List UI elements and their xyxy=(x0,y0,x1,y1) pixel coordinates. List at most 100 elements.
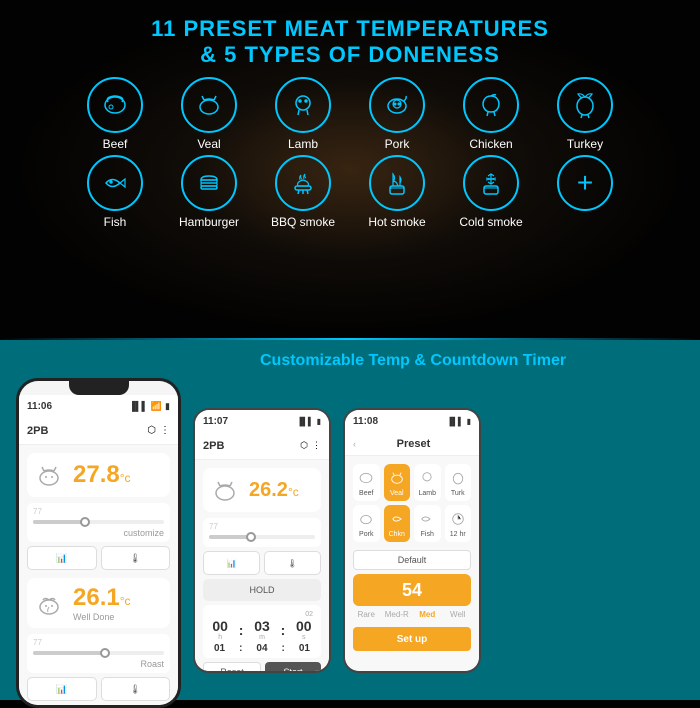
toggle-icon[interactable]: ⬡ xyxy=(147,425,156,436)
pork-label: Pork xyxy=(385,137,410,151)
probe-1-slider[interactable]: 77 customize xyxy=(27,503,170,542)
preset-turkey[interactable]: Turk xyxy=(445,464,472,501)
phone-1-status-icons: ▐▌▌ 📶 ▮ xyxy=(129,401,170,412)
timer-m: 03 xyxy=(254,618,270,634)
phone-1: 11:06 ▐▌▌ 📶 ▮ 2PB ⬡ ⋮ xyxy=(16,378,181,708)
meat-item-fish[interactable]: Fish xyxy=(70,155,160,229)
default-button[interactable]: Default xyxy=(353,550,471,570)
meat-row-2: Fish Hamburger BBQ smoke H xyxy=(70,155,630,229)
phone-3-status-bar: 11:08 ▐▌▌ ▮ xyxy=(345,410,479,432)
phone2-buttons: 📊 🌡 xyxy=(203,551,321,575)
graph-btn-2[interactable]: 📊 xyxy=(27,677,97,701)
rare-option[interactable]: Rare xyxy=(353,610,380,619)
probe-1-unit: °c xyxy=(120,471,131,485)
meat-item-hamburger[interactable]: Hamburger xyxy=(164,155,254,229)
slider-1-val: 77 xyxy=(33,507,164,516)
temp-value-box: 54 xyxy=(353,574,471,606)
turkey-label: Turkey xyxy=(567,137,603,151)
title-line1: 11 PRESET MEAT TEMPERATURES xyxy=(151,16,549,41)
probe-2-slider[interactable]: 77 Roast xyxy=(27,634,170,673)
plus-icon: + xyxy=(577,169,593,197)
signal-icon-2: ▐▌▌ xyxy=(297,417,314,426)
phone-2: 11:07 ▐▌▌ ▮ 2PB ⬡ ⋮ xyxy=(193,408,331,673)
veal-label: Veal xyxy=(197,137,220,151)
menu-icon[interactable]: ⋮ xyxy=(160,425,170,436)
bbq-smoke-label: BBQ smoke xyxy=(271,215,335,229)
temp-btn-2[interactable]: 🌡 xyxy=(101,677,171,701)
preset-fish[interactable]: Fish xyxy=(414,505,441,542)
temp-btn[interactable]: 🌡 xyxy=(101,546,171,570)
signal-icon: ▐▌▌ xyxy=(129,401,148,411)
probe-2-row: 26.1 °c Well Done xyxy=(27,578,170,628)
phone-3-nav: ‹ Preset xyxy=(345,432,479,456)
meat-item-beef[interactable]: Beef xyxy=(70,77,160,151)
reset-button[interactable]: Reset xyxy=(203,662,261,671)
medium-option[interactable]: Med xyxy=(414,610,441,619)
timer-m2: 04 xyxy=(256,643,267,654)
hold-button[interactable]: HOLD xyxy=(203,579,321,601)
meat-item-custom[interactable]: + xyxy=(540,155,630,229)
hot-smoke-label: Hot smoke xyxy=(368,215,425,229)
medium-rare-option[interactable]: Med-R xyxy=(384,610,411,619)
probe-2-buttons: 📊 🌡 xyxy=(27,677,170,701)
timer-s2: 01 xyxy=(299,643,310,654)
meat-item-veal[interactable]: Veal xyxy=(164,77,254,151)
phone-1-content: 27.8 °c 77 customize 📊 🌡 xyxy=(19,445,178,705)
start-button[interactable]: Start xyxy=(265,662,321,671)
phone-1-app-header: 2PB ⬡ ⋮ xyxy=(19,417,178,445)
phone-1-screen: 11:06 ▐▌▌ 📶 ▮ 2PB ⬡ ⋮ xyxy=(19,381,178,705)
toggle-icon-2[interactable]: ⬡ xyxy=(300,440,308,451)
preset-temp-val: 54 xyxy=(402,580,422,601)
meat-row-1: Beef Veal Lamb Pork xyxy=(70,77,630,151)
wifi-icon: 📶 xyxy=(151,401,162,412)
timer-h: 00 xyxy=(212,618,228,634)
preset-beef[interactable]: Beef xyxy=(353,464,380,501)
title-line2: & 5 TYPES OF DONENESS xyxy=(200,42,500,67)
phone2-slider[interactable]: 77 xyxy=(203,518,321,547)
bottom-section: Customizable Temp & Countdown Timer 11:0… xyxy=(0,340,700,700)
section-divider xyxy=(0,338,700,340)
cow-icon-1 xyxy=(33,459,65,491)
meat-item-hot-smoke[interactable]: Hot smoke xyxy=(352,155,442,229)
battery-icon-3: ▮ xyxy=(467,417,471,426)
phone-2-content: 26.2 °c 77 📊 🌡 HOLD 02 00h xyxy=(195,460,329,671)
timer-sep2: : xyxy=(281,622,286,638)
timer-s: 00 xyxy=(296,618,312,634)
meat-item-turkey[interactable]: Turkey xyxy=(540,77,630,151)
preset-lamb[interactable]: Lamb xyxy=(414,464,441,501)
meat-item-cold-smoke[interactable]: Cold smoke xyxy=(446,155,536,229)
top-section: 11 PRESET MEAT TEMPERATURES & 5 TYPES OF… xyxy=(0,0,700,340)
beef-label: Beef xyxy=(103,137,128,151)
fish-label: Fish xyxy=(104,215,127,229)
phone-1-status-bar: 11:06 ▐▌▌ 📶 ▮ xyxy=(19,395,178,417)
phone2-graph-btn[interactable]: 📊 xyxy=(203,551,260,575)
graph-btn[interactable]: 📊 xyxy=(27,546,97,570)
slider-2-label: Roast xyxy=(33,659,164,669)
preset-veal[interactable]: Veal xyxy=(384,464,411,501)
preset-time[interactable]: 12 hr xyxy=(445,505,472,542)
probe-1-temp: 27.8 xyxy=(73,461,120,489)
meat-item-lamb[interactable]: Lamb xyxy=(258,77,348,151)
lamb-label: Lamb xyxy=(288,137,318,151)
probe-2-temp: 26.1 xyxy=(73,584,120,612)
preset-pork[interactable]: Pork xyxy=(353,505,380,542)
phone2-probe-1-row: 26.2 °c xyxy=(203,468,321,512)
phone-2-status-bar: 11:07 ▐▌▌ ▮ xyxy=(195,410,329,432)
phone2-temp-btn[interactable]: 🌡 xyxy=(264,551,321,575)
slider-1-label: customize xyxy=(33,528,164,538)
menu-icon-2[interactable]: ⋮ xyxy=(312,440,321,451)
battery-icon-2: ▮ xyxy=(317,417,321,426)
timer-sep1: : xyxy=(239,622,244,638)
well-done-option[interactable]: Well xyxy=(445,610,472,619)
phone-3-content: Beef Veal Lamb Turk xyxy=(345,456,479,671)
setup-button[interactable]: Set up xyxy=(353,627,471,651)
meat-item-chicken[interactable]: Chicken xyxy=(446,77,536,151)
hamburger-label: Hamburger xyxy=(179,215,239,229)
title-area: 11 PRESET MEAT TEMPERATURES & 5 TYPES OF… xyxy=(0,0,700,69)
probe-2-doneness: Well Done xyxy=(73,612,131,622)
meat-item-bbq-smoke[interactable]: BBQ smoke xyxy=(258,155,348,229)
meat-item-pork[interactable]: Pork xyxy=(352,77,442,151)
preset-chicken[interactable]: Chkn xyxy=(384,505,411,542)
doneness-options: Rare Med-R Med Well xyxy=(349,610,475,623)
probe-1-row: 27.8 °c xyxy=(27,453,170,497)
